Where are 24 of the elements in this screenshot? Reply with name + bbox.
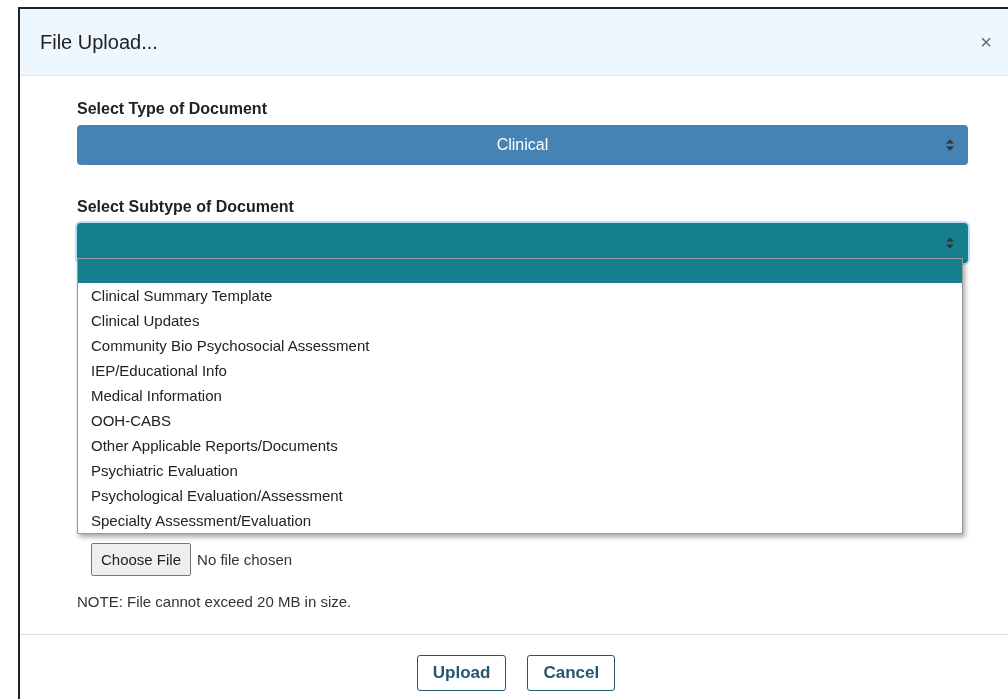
dialog-button[interactable]: Upload [416,655,507,691]
choose-file-button[interactable]: Choose File [91,543,192,576]
field-label: Select Subtype of Document [77,198,295,216]
dropdown-option[interactable]: Specialty Assessment/Evaluation [78,508,962,533]
close-button[interactable]: × [978,30,994,54]
dropdown-option[interactable]: Psychological Evaluation/Assessment [78,483,962,508]
file-status: No file chosen [197,551,293,568]
dropdown-option[interactable]: OOH-CABS [78,408,962,433]
dropdown-option[interactable]: Psychiatric Evaluation [78,458,962,483]
dropdown-option[interactable]: Clinical Summary Template [78,283,962,308]
sort-caret-icon [946,138,954,152]
highlighted-option[interactable] [78,259,962,283]
size-note: NOTE: File cannot exceed 20 MB in size. [77,593,352,610]
dialog-button[interactable]: Cancel [527,655,616,691]
dropdown-option[interactable]: Community Bio Psychosocial Assessment [78,333,962,358]
type-select[interactable]: Clinical [77,125,968,165]
sort-caret-icon [946,236,954,250]
dropdown-option[interactable]: Other Applicable Reports/Documents [78,433,962,458]
field-label: Select Type of Document [77,100,268,118]
dialog-title: File Upload... [40,30,158,54]
dropdown-option[interactable]: IEP/Educational Info [78,358,962,383]
subtype-select[interactable] [77,223,968,263]
dropdown-option[interactable]: Medical Information [78,383,962,408]
dropdown-option[interactable]: Clinical Updates [78,308,962,333]
